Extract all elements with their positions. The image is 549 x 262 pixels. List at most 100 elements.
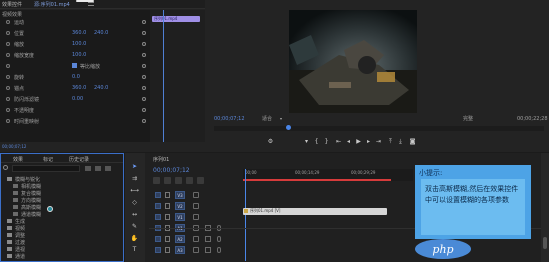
mini-playhead[interactable]: [163, 10, 164, 142]
tab-effect-controls[interactable]: 效果控件: [2, 1, 22, 8]
wrench-icon[interactable]: [197, 177, 204, 184]
eye-icon[interactable]: [193, 214, 199, 220]
effects-tree-item[interactable]: 方向模糊: [13, 197, 113, 204]
stopwatch-icon[interactable]: [6, 75, 10, 79]
stopwatch-icon[interactable]: [6, 108, 10, 112]
selection-tool-icon[interactable]: ➤: [131, 163, 138, 170]
effects-tree-item[interactable]: 高斯模糊: [13, 204, 113, 211]
reset-icon[interactable]: [142, 31, 146, 35]
track-label[interactable]: A3: [175, 246, 185, 254]
effects-tree-item[interactable]: 模糊与锐化: [7, 176, 107, 183]
stopwatch-icon[interactable]: [6, 64, 10, 68]
reset-icon[interactable]: [142, 75, 146, 79]
effect-row-value-1[interactable]: 0.00: [72, 96, 83, 102]
track-target-icon[interactable]: [155, 236, 161, 242]
track-target-icon[interactable]: [155, 214, 161, 220]
timeline-timecode[interactable]: 00;00;07;12: [153, 167, 190, 174]
effects-tree-item[interactable]: 复合模糊: [13, 190, 113, 197]
track-target-icon[interactable]: [155, 192, 161, 198]
lock-icon[interactable]: [165, 192, 170, 198]
reset-icon[interactable]: [142, 42, 146, 46]
go-to-out-icon[interactable]: ⇥: [375, 138, 382, 145]
reset-icon[interactable]: [142, 53, 146, 57]
go-to-in-icon[interactable]: ⇤: [335, 138, 342, 145]
effect-row-value-1[interactable]: 360.0: [72, 85, 86, 91]
effect-row-value-1[interactable]: 0.0: [72, 74, 80, 80]
reset-icon[interactable]: [142, 64, 146, 68]
reset-icon[interactable]: [142, 119, 146, 123]
effect-row-value-1[interactable]: 100.0: [72, 52, 86, 58]
snap-icon[interactable]: [164, 177, 171, 184]
timeline-ruler[interactable]: 00;00 00;00;14;29 00;00;29;29: [243, 169, 413, 181]
effects-tree-item[interactable]: 通道模糊: [13, 211, 113, 218]
lock-icon[interactable]: [165, 214, 170, 220]
reset-icon[interactable]: [142, 97, 146, 101]
linked-selection-icon[interactable]: [175, 177, 182, 184]
reset-icon[interactable]: [142, 108, 146, 112]
vertical-scrollbar[interactable]: [541, 153, 549, 262]
extract-icon[interactable]: ⤓: [397, 138, 404, 145]
lift-icon[interactable]: ⤒: [387, 138, 394, 145]
tab-source[interactable]: 源:序列01.mp4: [34, 1, 70, 8]
effects-tree-item[interactable]: 透视: [7, 246, 107, 253]
32bit-effects-icon[interactable]: [95, 166, 101, 171]
type-tool-icon[interactable]: T: [131, 246, 138, 253]
clip-bar[interactable]: 序列01.mp4: [152, 16, 200, 22]
mark-out-icon[interactable]: {: [313, 138, 320, 145]
eye-icon[interactable]: [193, 192, 199, 198]
track-label[interactable]: V3: [175, 191, 185, 199]
effects-tree-item[interactable]: 视频: [7, 225, 107, 232]
tab-history[interactable]: 历史记录: [69, 156, 89, 163]
effect-row-value-2[interactable]: 240.0: [94, 85, 108, 91]
yuv-effects-icon[interactable]: [105, 166, 111, 171]
mute-icon[interactable]: [193, 236, 199, 242]
effects-tree-item[interactable]: 通道: [7, 253, 107, 260]
tab-effects[interactable]: 效果: [13, 156, 23, 163]
clear-marks-icon[interactable]: }: [323, 138, 330, 145]
quality-dropdown[interactable]: 完整: [463, 115, 485, 122]
razor-tool-icon[interactable]: ◇: [131, 199, 138, 206]
track-target-icon[interactable]: [155, 247, 161, 253]
step-back-icon[interactable]: ◂: [345, 138, 352, 145]
pen-tool-icon[interactable]: ✎: [131, 223, 138, 230]
search-icon[interactable]: [3, 165, 8, 170]
stopwatch-icon[interactable]: [6, 53, 10, 57]
stopwatch-icon[interactable]: [6, 97, 10, 101]
track-label[interactable]: V2: [175, 202, 185, 210]
fit-dropdown[interactable]: 适合 ▾: [262, 115, 284, 122]
stopwatch-icon[interactable]: [6, 119, 10, 123]
lock-icon[interactable]: [165, 236, 170, 242]
solo-icon[interactable]: [205, 247, 211, 253]
sequence-tab[interactable]: 序列01: [153, 156, 169, 163]
work-area-bar[interactable]: [243, 179, 391, 181]
monitor-scrub-bar[interactable]: [214, 125, 544, 131]
stopwatch-icon[interactable]: [6, 42, 10, 46]
lock-icon[interactable]: [165, 203, 170, 209]
track-label[interactable]: V1: [175, 213, 185, 221]
stopwatch-icon[interactable]: [6, 86, 10, 90]
track-label[interactable]: A2: [175, 235, 185, 243]
stopwatch-icon[interactable]: [6, 31, 10, 35]
accelerated-effects-icon[interactable]: [85, 166, 91, 171]
microphone-icon[interactable]: [217, 236, 221, 242]
ripple-edit-tool-icon[interactable]: ⟷: [130, 187, 139, 194]
effect-timecode[interactable]: 00;00;07;12: [2, 144, 26, 149]
video-frame[interactable]: [289, 10, 417, 113]
effect-row-value-1[interactable]: 360.0: [72, 30, 86, 36]
timeline-playhead[interactable]: [245, 169, 246, 261]
panel-menu-icon[interactable]: [88, 2, 94, 6]
effects-tree-item[interactable]: 调整: [7, 232, 107, 239]
timeline-clip[interactable]: 序列01.mp4 [V]: [243, 208, 387, 215]
play-icon[interactable]: ▶: [355, 138, 362, 145]
effects-tree-item[interactable]: 过渡: [7, 239, 107, 246]
tab-markers[interactable]: 标记: [43, 156, 53, 163]
solo-icon[interactable]: [205, 236, 211, 242]
scroll-thumb[interactable]: [543, 237, 547, 249]
track-target-icon[interactable]: [155, 203, 161, 209]
add-marker-icon[interactable]: [186, 177, 193, 184]
reset-icon[interactable]: [142, 86, 146, 90]
lock-icon[interactable]: [165, 247, 170, 253]
reset-icon[interactable]: [142, 20, 146, 24]
settings-icon[interactable]: ⚙: [267, 138, 274, 145]
mute-icon[interactable]: [193, 247, 199, 253]
